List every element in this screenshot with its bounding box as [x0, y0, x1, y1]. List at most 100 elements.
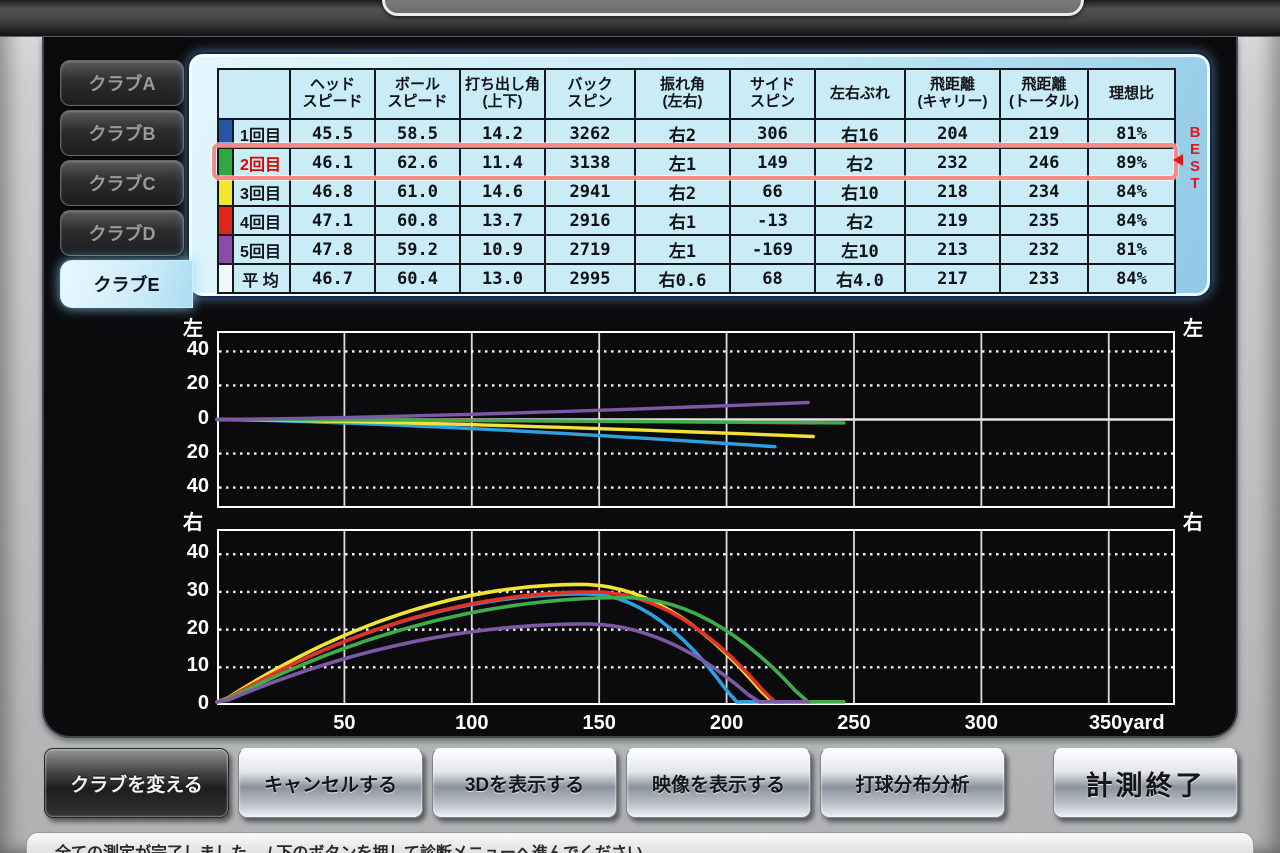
main-display: クラブAクラブBクラブCクラブDクラブE ヘッド スピードボール スピード打ち出…: [42, 36, 1238, 738]
y-tick-label: 0: [171, 407, 209, 430]
data-cell: 右1: [635, 206, 730, 235]
y-tick-label: 20: [171, 372, 209, 395]
tab-club-a[interactable]: クラブA: [60, 60, 184, 106]
plot-border: [218, 530, 1174, 704]
change-club-button[interactable]: クラブを変える: [44, 748, 229, 818]
data-cell: 219: [905, 206, 1000, 235]
row-color-swatch: [219, 149, 234, 176]
y-tick-label: 40: [171, 541, 209, 564]
data-cell: 10.9: [460, 235, 545, 264]
row-label-text: 2回目: [240, 157, 281, 174]
data-cell: 左1: [635, 148, 730, 177]
end-measurement-button[interactable]: 計測終了: [1053, 748, 1238, 818]
column-header: 理想比: [1088, 69, 1175, 119]
tab-club-b[interactable]: クラブB: [60, 110, 184, 156]
x-tick-label: 50: [333, 712, 355, 735]
title-plate: [382, 0, 1084, 16]
data-cell: 14.6: [460, 177, 545, 206]
row-color-swatch: [219, 120, 234, 147]
data-cell: 60.4: [375, 264, 460, 293]
data-cell: 右0.6: [635, 264, 730, 293]
show-3d-button[interactable]: 3Dを表示する: [432, 748, 617, 818]
launch-monitor-screen: クラブAクラブBクラブCクラブDクラブE ヘッド スピードボール スピード打ち出…: [0, 0, 1280, 853]
data-cell: 218: [905, 177, 1000, 206]
results-table-panel: ヘッド スピードボール スピード打ち出し角 (上下)バック スピン振れ角 (左右…: [187, 52, 1212, 298]
data-cell: 213: [905, 235, 1000, 264]
data-cell: 89%: [1088, 148, 1175, 177]
header-row: ヘッド スピードボール スピード打ち出し角 (上下)バック スピン振れ角 (左右…: [218, 69, 1175, 119]
data-cell: 右2: [635, 177, 730, 206]
best-arrow-icon: [1173, 154, 1183, 166]
data-cell: 47.1: [290, 206, 375, 235]
column-header: ヘッド スピード: [290, 69, 375, 119]
data-cell: 右10: [815, 177, 905, 206]
data-cell: 204: [905, 119, 1000, 148]
column-header: 左右ぶれ: [815, 69, 905, 119]
row-label-text: 4回目: [240, 215, 281, 232]
data-cell: 13.7: [460, 206, 545, 235]
show-video-button[interactable]: 映像を表示する: [626, 748, 811, 818]
table-row-shot-5: 5回目47.859.210.92719左1-169左1021323281%: [218, 235, 1175, 264]
deviation-plot: [217, 331, 1175, 508]
y-tick-label: 10: [171, 654, 209, 677]
tab-club-d[interactable]: クラブD: [60, 210, 184, 256]
data-cell: 234: [1000, 177, 1088, 206]
row-color-swatch: [219, 236, 234, 263]
tab-club-c[interactable]: クラブC: [60, 160, 184, 206]
data-cell: 右16: [815, 119, 905, 148]
column-header: 振れ角 (左右): [635, 69, 730, 119]
data-cell: 3138: [545, 148, 635, 177]
row-label-text: 3回目: [240, 186, 281, 203]
data-cell: 81%: [1088, 235, 1175, 264]
series-line-shot-5: [217, 403, 808, 420]
deviation-chart: 402002040左右左右: [217, 331, 1175, 508]
x-tick-label: 300: [965, 712, 998, 735]
y-tick-label: 30: [171, 579, 209, 602]
data-cell: 58.5: [375, 119, 460, 148]
x-tick-label: 100: [455, 712, 488, 735]
data-cell: -169: [730, 235, 815, 264]
results-table: ヘッド スピードボール スピード打ち出し角 (上下)バック スピン振れ角 (左右…: [217, 68, 1176, 294]
y-tick-label: 40: [171, 475, 209, 498]
data-cell: 233: [1000, 264, 1088, 293]
column-header: 飛距離 (キャリー): [905, 69, 1000, 119]
row-label-text: 平 均: [242, 273, 278, 290]
data-cell: 235: [1000, 206, 1088, 235]
data-cell: 46.7: [290, 264, 375, 293]
data-cell: 62.6: [375, 148, 460, 177]
data-cell: 2719: [545, 235, 635, 264]
column-header: 飛距離 (トータル): [1000, 69, 1088, 119]
club-tabs: クラブAクラブBクラブCクラブDクラブE: [60, 60, 200, 312]
data-cell: 84%: [1088, 177, 1175, 206]
data-cell: 219: [1000, 119, 1088, 148]
y-tick-label: 20: [171, 441, 209, 464]
data-cell: 2941: [545, 177, 635, 206]
y-tick-label: 40: [171, 338, 209, 361]
shot-distribution-button[interactable]: 打球分布分析: [820, 748, 1005, 818]
side-label-top-right: 左: [1183, 312, 1203, 341]
cancel-button[interactable]: キャンセルする: [238, 748, 423, 818]
data-cell: 59.2: [375, 235, 460, 264]
tab-club-e[interactable]: クラブE: [60, 260, 193, 308]
button-strip: クラブを変えるキャンセルする3Dを表示する映像を表示する打球分布分析計測終了: [44, 748, 1238, 818]
y-tick-label: 0: [171, 692, 209, 715]
results-table-wrap: ヘッド スピードボール スピード打ち出し角 (上下)バック スピン振れ角 (左右…: [217, 68, 1174, 294]
row-color-swatch: [219, 178, 234, 205]
table-body: 1回目45.558.514.23262右2306右1620421981%2回目4…: [218, 119, 1175, 293]
data-cell: 45.5: [290, 119, 375, 148]
data-cell: 217: [905, 264, 1000, 293]
data-cell: 84%: [1088, 206, 1175, 235]
side-label-bottom-left: 右: [183, 506, 203, 535]
data-cell: 右2: [815, 206, 905, 235]
data-cell: 84%: [1088, 264, 1175, 293]
row-label-shot-3: 3回目: [218, 177, 290, 206]
data-cell: 246: [1000, 148, 1088, 177]
data-cell: 11.4: [460, 148, 545, 177]
table-row-shot-3: 3回目46.861.014.62941右266右1021823484%: [218, 177, 1175, 206]
side-label-bottom-right: 右: [1183, 506, 1203, 535]
row-color-swatch: [219, 265, 234, 292]
data-cell: 81%: [1088, 119, 1175, 148]
data-cell: 232: [905, 148, 1000, 177]
data-cell: 左1: [635, 235, 730, 264]
data-cell: 232: [1000, 235, 1088, 264]
